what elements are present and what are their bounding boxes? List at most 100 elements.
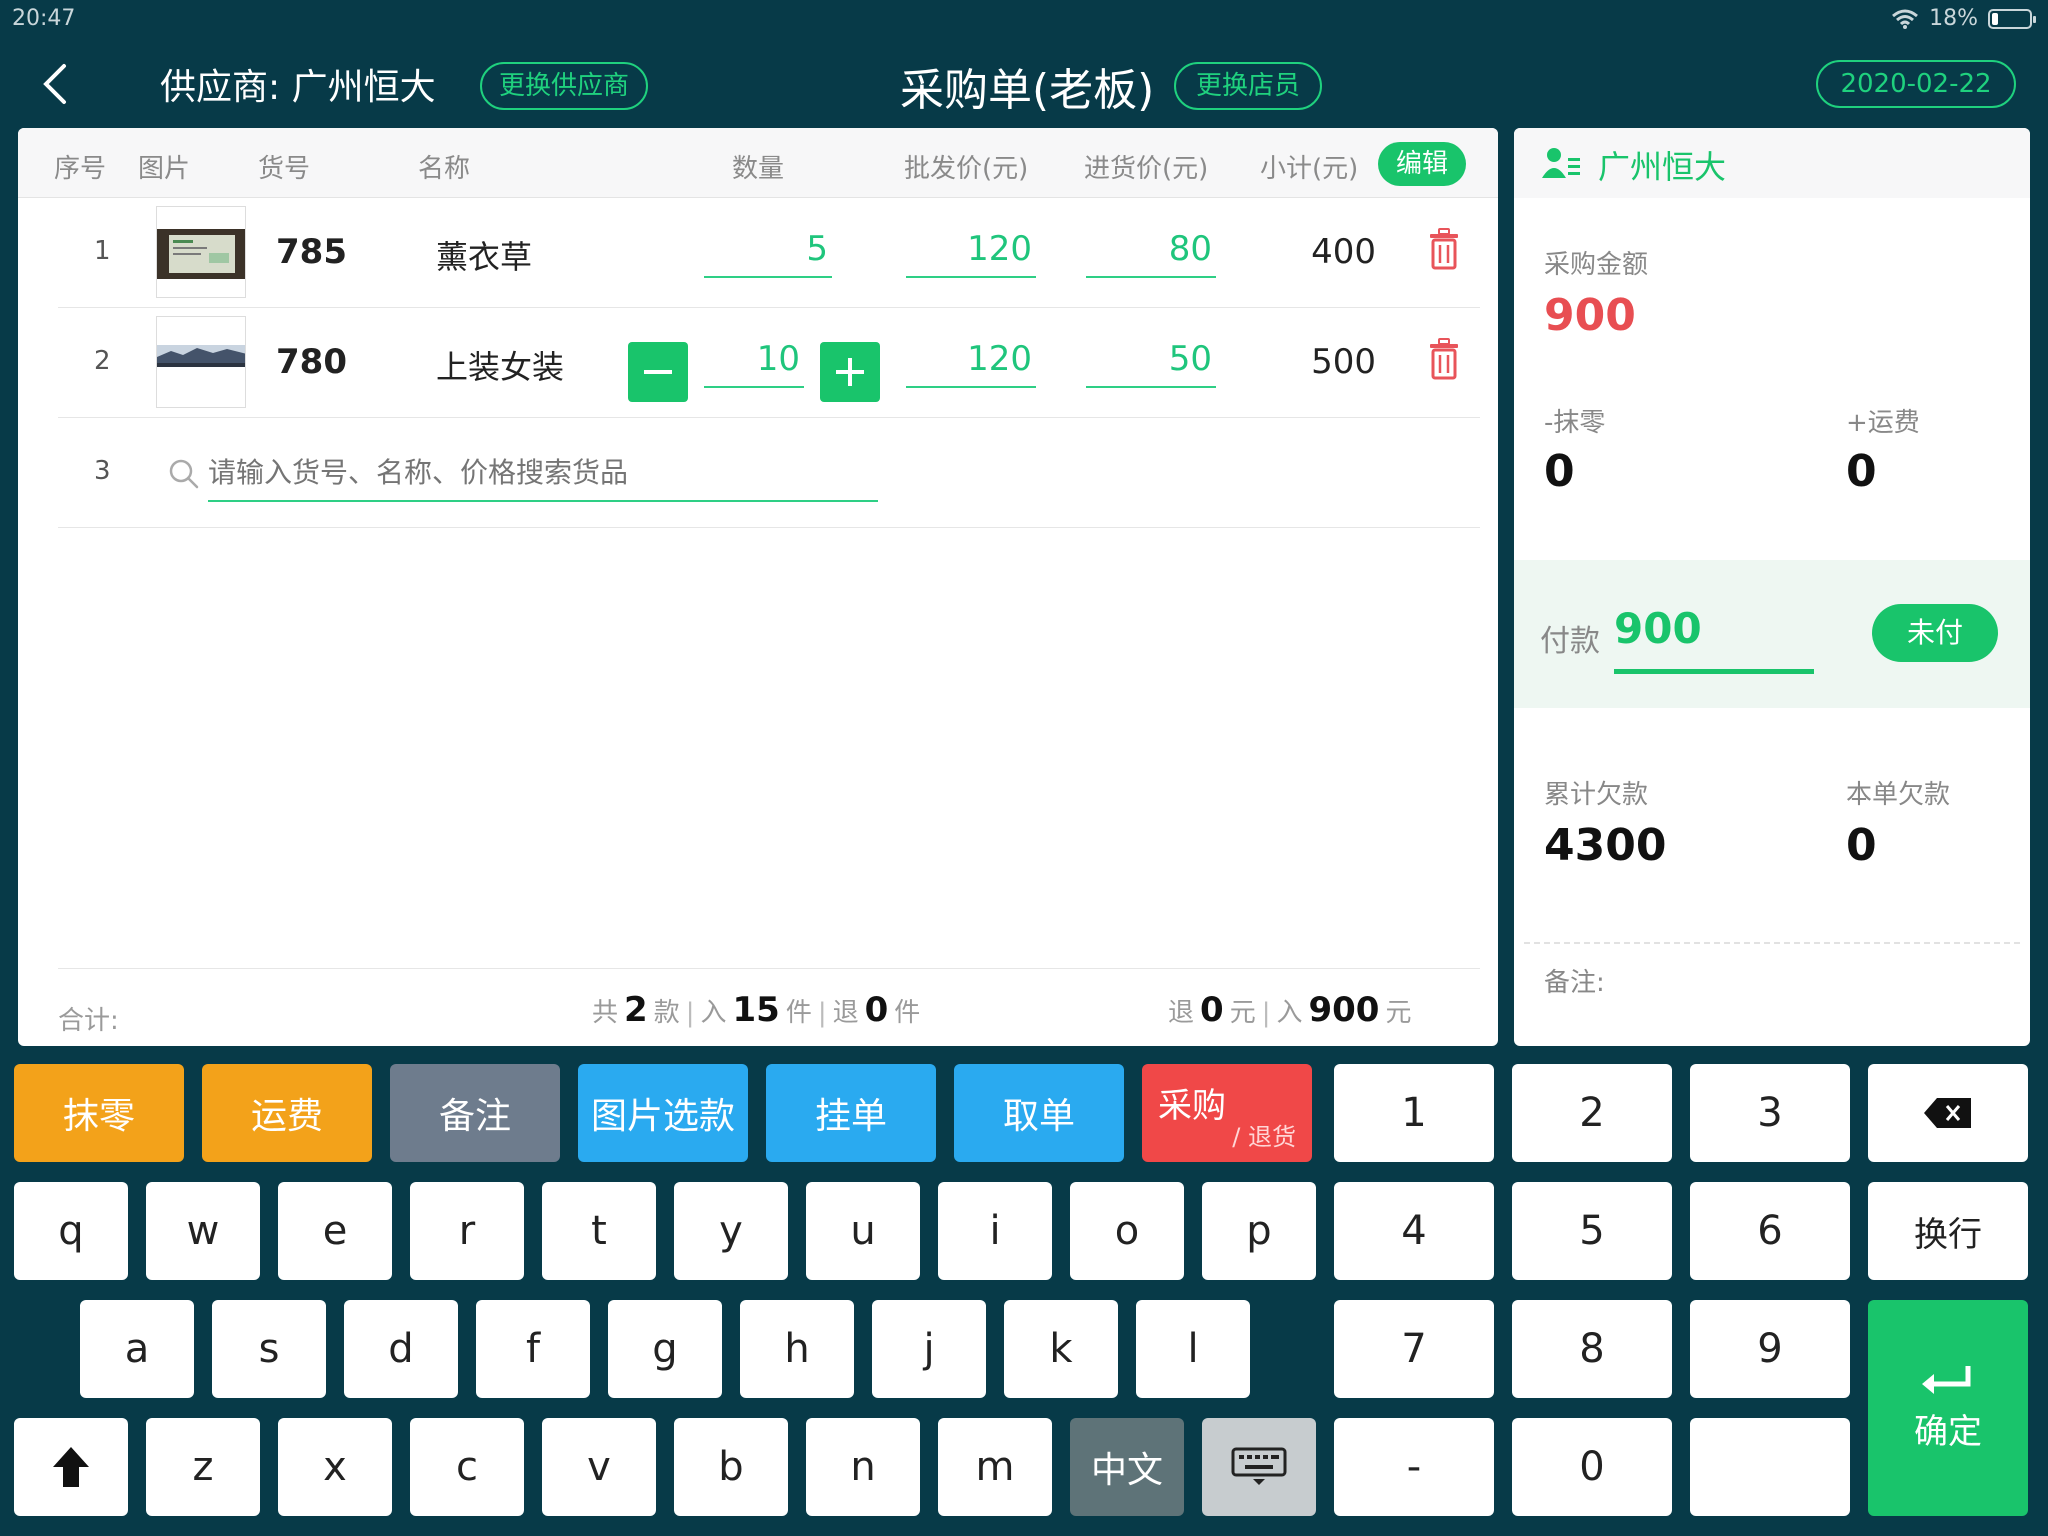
footer-divider	[58, 968, 1480, 969]
summary-header: 广州恒大	[1514, 128, 2030, 198]
plus-icon	[836, 358, 864, 386]
delete-icon[interactable]	[1428, 228, 1460, 270]
confirm-key[interactable]: 确定	[1868, 1300, 2028, 1516]
key-d[interactable]: d	[344, 1300, 458, 1398]
freight-value[interactable]: 0	[1846, 446, 1877, 497]
totals-label: 合计:	[58, 1006, 119, 1036]
hide-keyboard-key[interactable]	[1202, 1418, 1316, 1516]
increase-button[interactable]	[820, 342, 880, 402]
purchase-amount-label: 采购金额	[1544, 250, 1649, 280]
decrease-button[interactable]	[628, 342, 688, 402]
in-pieces: 15	[732, 990, 780, 1030]
key-v[interactable]: v	[542, 1418, 656, 1516]
key-x[interactable]: x	[278, 1418, 392, 1516]
row-subtotal: 500	[1311, 342, 1376, 382]
payment-section: 付款 900 未付	[1514, 560, 2030, 708]
table-row: 2 780 上装女装 10 120 50 500	[58, 308, 1480, 418]
key-i[interactable]: i	[938, 1182, 1052, 1280]
language-key[interactable]: 中文	[1070, 1418, 1184, 1516]
key-7[interactable]: 7	[1334, 1300, 1494, 1398]
search-row: 3	[58, 418, 1480, 528]
key-j[interactable]: j	[872, 1300, 986, 1398]
key-l[interactable]: l	[1136, 1300, 1250, 1398]
table-row: 1 785 薰衣草 5 120 80 400	[58, 198, 1480, 308]
key-minus[interactable]: -	[1334, 1418, 1494, 1516]
page-title: 采购单(老板)	[900, 65, 1155, 116]
newline-key[interactable]: 换行	[1868, 1182, 2028, 1280]
return-pieces: 0	[864, 990, 889, 1030]
key-b[interactable]: b	[674, 1418, 788, 1516]
key-3[interactable]: 3	[1690, 1064, 1850, 1162]
key-t[interactable]: t	[542, 1182, 656, 1280]
row-index: 2	[94, 346, 111, 376]
key-o[interactable]: o	[1070, 1182, 1184, 1280]
pick-image-key[interactable]: 图片选款	[578, 1064, 748, 1162]
total-styles: 2	[624, 990, 648, 1030]
purchase-return-key[interactable]: 采购 / 退货	[1142, 1064, 1312, 1162]
key-r[interactable]: r	[410, 1182, 524, 1280]
key-z[interactable]: z	[146, 1418, 260, 1516]
remark-key[interactable]: 备注	[390, 1064, 560, 1162]
change-supplier-button[interactable]: 更换供应商	[480, 62, 648, 110]
key-g[interactable]: g	[608, 1300, 722, 1398]
key-9[interactable]: 9	[1690, 1300, 1850, 1398]
supplier-label: 供应商: 广州恒大	[160, 67, 436, 108]
key-4[interactable]: 4	[1334, 1182, 1494, 1280]
key-y[interactable]: y	[674, 1182, 788, 1280]
retrieve-order-key[interactable]: 取单	[954, 1064, 1124, 1162]
styles-unit: 款	[653, 998, 680, 1028]
change-staff-button[interactable]: 更换店员	[1174, 62, 1322, 110]
product-thumbnail[interactable]	[156, 206, 246, 298]
edit-button[interactable]: 编辑	[1378, 142, 1466, 186]
key-w[interactable]: w	[146, 1182, 260, 1280]
payment-input[interactable]: 900	[1614, 604, 1814, 674]
key-5[interactable]: 5	[1512, 1182, 1672, 1280]
key-2[interactable]: 2	[1512, 1064, 1672, 1162]
key-f[interactable]: f	[476, 1300, 590, 1398]
qty-input[interactable]: 5	[704, 222, 832, 278]
wholesale-price-input[interactable]: 120	[906, 332, 1036, 388]
in-prefix: 入	[700, 998, 727, 1028]
key-u[interactable]: u	[806, 1182, 920, 1280]
search-input[interactable]	[208, 444, 878, 502]
hold-order-key[interactable]: 挂单	[766, 1064, 936, 1162]
product-thumbnail[interactable]	[156, 316, 246, 408]
enter-icon	[1922, 1365, 1971, 1394]
freight-key[interactable]: 运费	[202, 1064, 372, 1162]
key-n[interactable]: n	[806, 1418, 920, 1516]
key-6[interactable]: 6	[1690, 1182, 1850, 1280]
key-8[interactable]: 8	[1512, 1300, 1672, 1398]
battery-icon	[1988, 8, 2036, 29]
rounding-value[interactable]: 0	[1544, 446, 1575, 497]
key-h[interactable]: h	[740, 1300, 854, 1398]
payment-status-button[interactable]: 未付	[1872, 604, 1998, 662]
key-q[interactable]: q	[14, 1182, 128, 1280]
key-s[interactable]: s	[212, 1300, 326, 1398]
key-0[interactable]: 0	[1512, 1418, 1672, 1516]
key-k[interactable]: k	[1004, 1300, 1118, 1398]
qty-input[interactable]: 10	[704, 332, 804, 388]
supplier-user-icon	[1542, 148, 1580, 178]
delete-icon[interactable]	[1428, 338, 1460, 380]
purchase-price-input[interactable]: 50	[1086, 332, 1216, 388]
key-m[interactable]: m	[938, 1418, 1052, 1516]
key-p[interactable]: p	[1202, 1182, 1316, 1280]
key-c[interactable]: c	[410, 1418, 524, 1516]
wholesale-price-input[interactable]: 120	[906, 222, 1036, 278]
shift-key[interactable]	[14, 1418, 128, 1516]
header: 供应商: 广州恒大 更换供应商 采购单(老板) 更换店员 2020-02-22	[0, 40, 2048, 128]
remark-label[interactable]: 备注:	[1544, 962, 1605, 999]
purchase-price-input[interactable]: 80	[1086, 222, 1216, 278]
return-label: / 退货	[1232, 1123, 1296, 1151]
table-header: 序号 图片 货号 名称 数量 批发价(元) 进货价(元) 小计(元) 编辑	[18, 128, 1498, 198]
product-code: 780	[276, 342, 347, 382]
key-e[interactable]: e	[278, 1182, 392, 1280]
summary-divider	[1524, 942, 2020, 944]
col-index: 序号	[54, 154, 107, 184]
key-a[interactable]: a	[80, 1300, 194, 1398]
rounding-key[interactable]: 抹零	[14, 1064, 184, 1162]
key-1[interactable]: 1	[1334, 1064, 1494, 1162]
date-button[interactable]: 2020-02-22	[1816, 60, 2016, 108]
backspace-key[interactable]	[1868, 1064, 2028, 1162]
back-icon[interactable]	[36, 62, 76, 106]
